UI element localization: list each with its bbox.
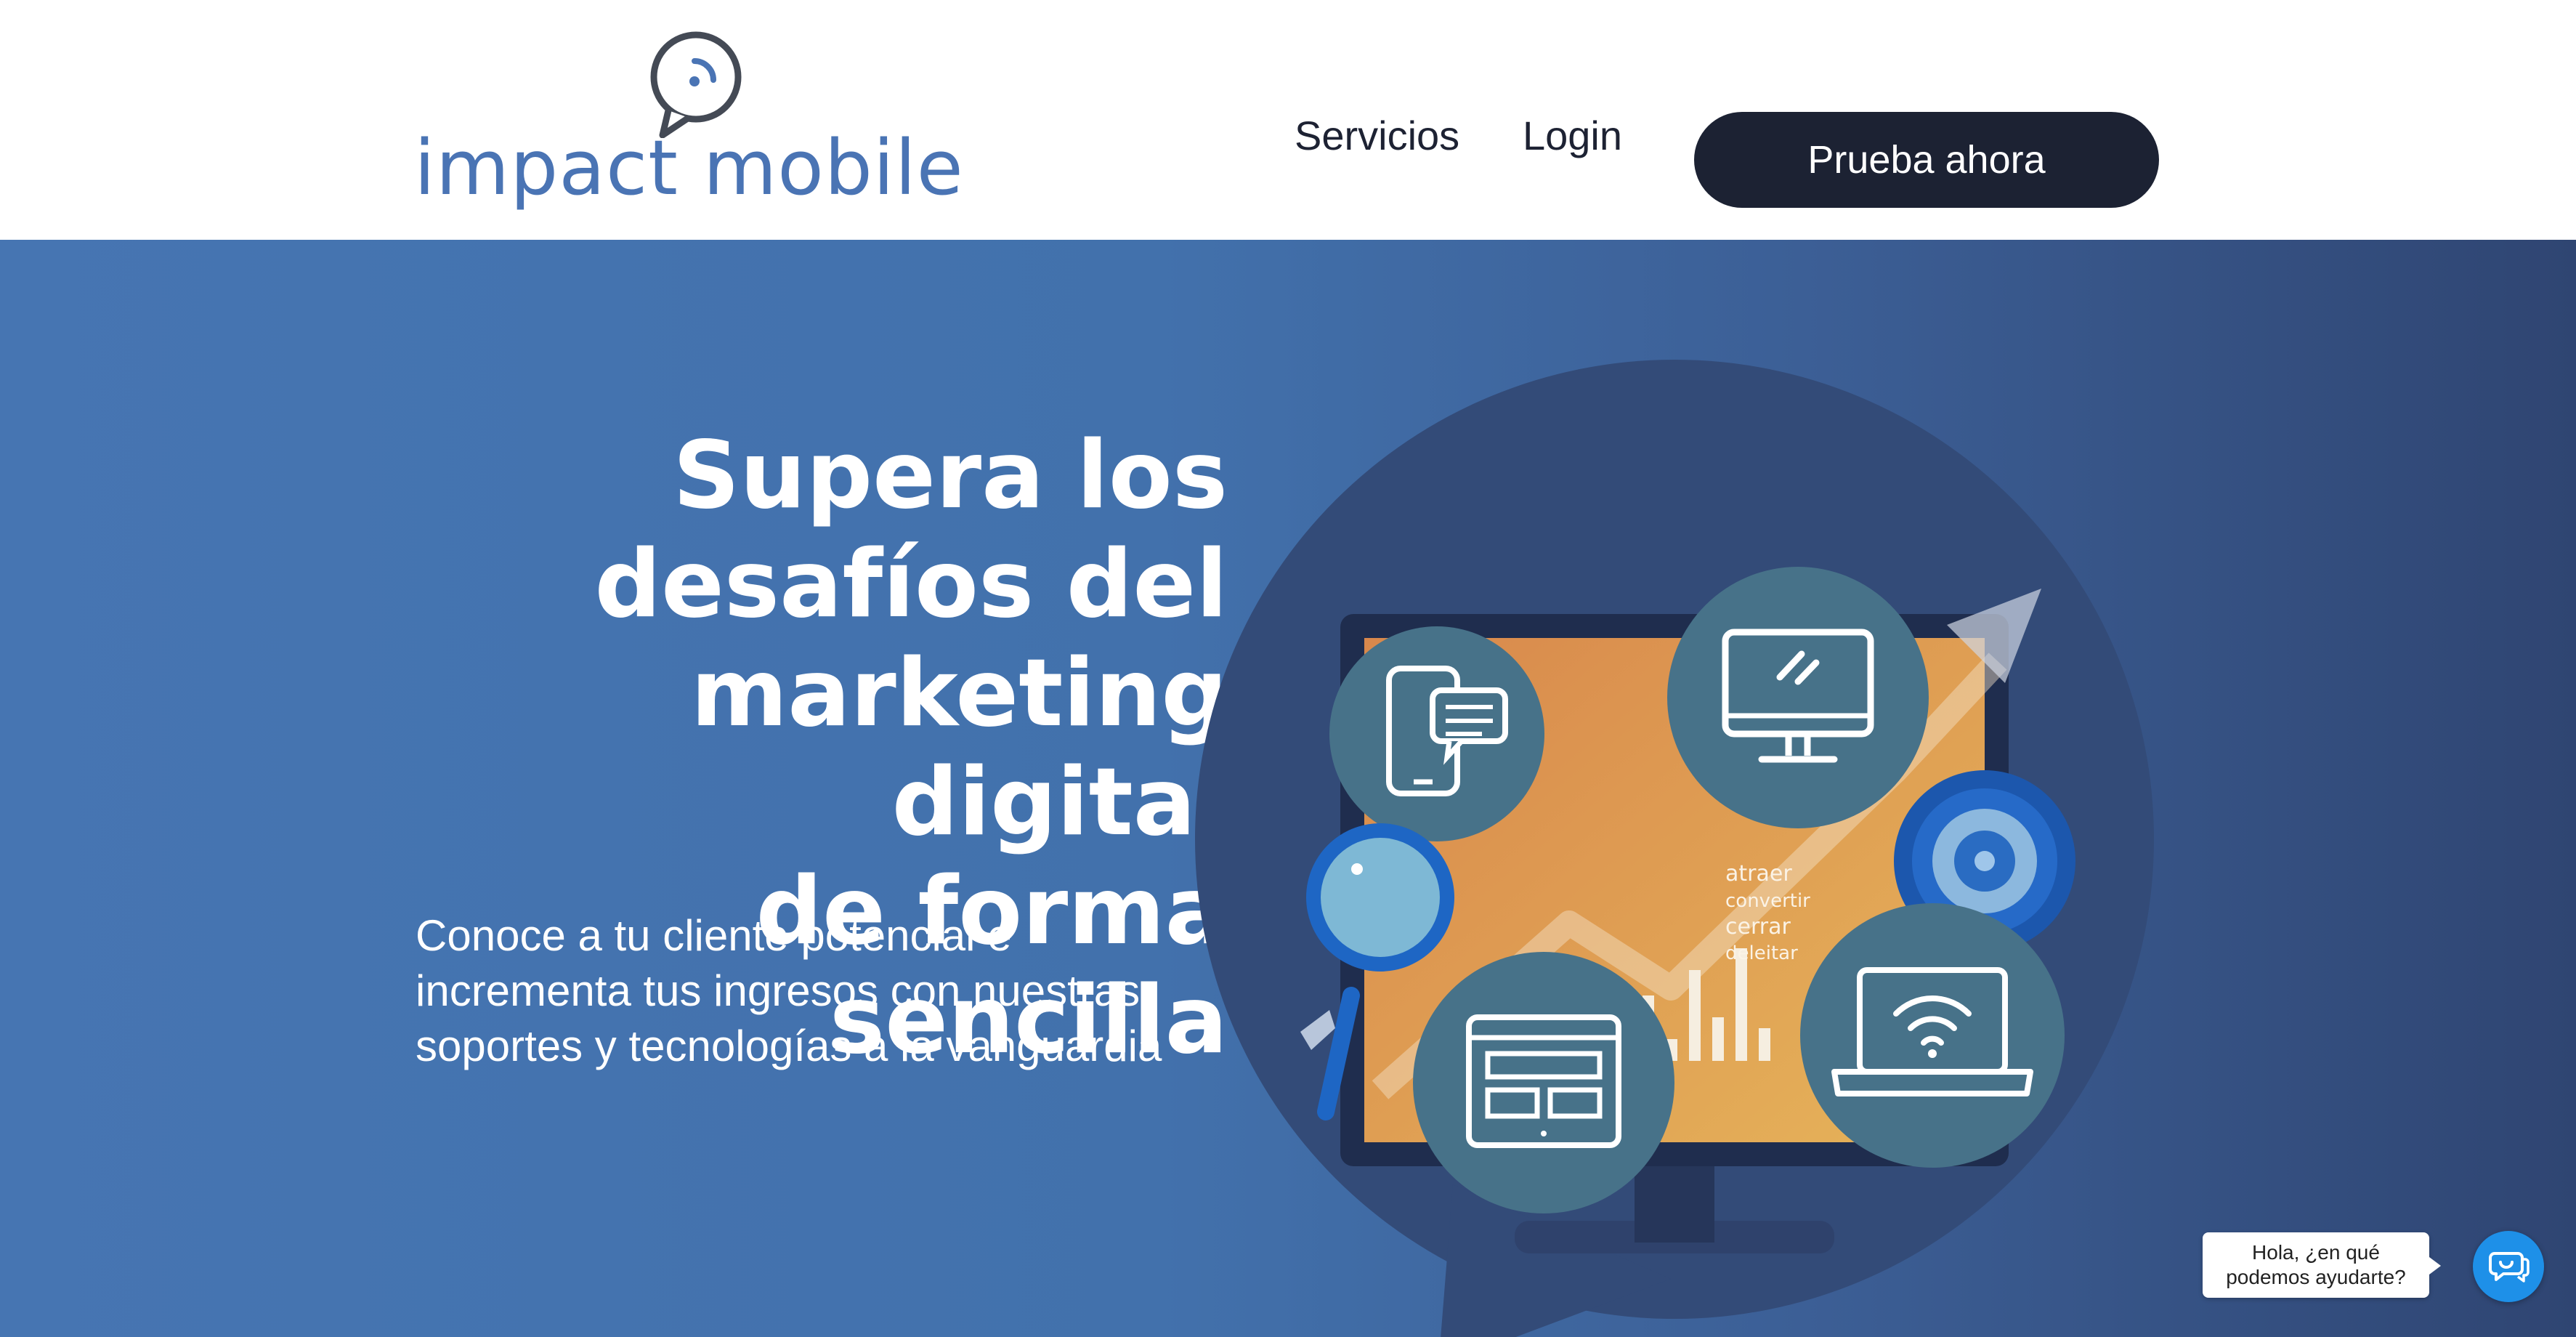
smartphone-chat-icon (1329, 626, 1544, 841)
speech-bubble-logo-icon (650, 31, 742, 138)
screen-word: convertir (1725, 890, 1810, 912)
desktop-monitor-icon (1667, 567, 1929, 828)
headline-line: desafíos del (594, 530, 1228, 639)
chat-open-button[interactable] (2473, 1231, 2544, 1302)
chat-icon (2489, 1252, 2530, 1283)
subtext-line: soportes y tecnologías a la vanguardia (416, 1022, 1162, 1070)
screen-word: atraer (1725, 861, 1792, 886)
chat-greeting-text: Hola, ¿en qué podemos ayudarte? (2226, 1240, 2406, 1290)
marketing-illustration: atraer convertir cerrar deleitar (1195, 360, 2154, 1337)
web-layout-icon (1413, 952, 1674, 1213)
headline-line: marketing digital (690, 639, 1228, 857)
hero-section: Supera los desafíos del marketing digita… (0, 240, 2576, 1337)
subtext-line: incrementa tus ingresos con nuestras (416, 966, 1141, 1015)
screen-word: deleitar (1725, 942, 1798, 964)
logo-link[interactable]: impact mobile (414, 29, 963, 212)
chat-line: Hola, ¿en qué (2252, 1241, 2380, 1264)
chat-line: podemos ayudarte? (2226, 1266, 2406, 1288)
try-now-button[interactable]: Prueba ahora (1694, 112, 2159, 208)
headline-line: Supera los (673, 421, 1228, 530)
screen-word: cerrar (1725, 914, 1791, 940)
nav-login[interactable]: Login (1523, 112, 1622, 159)
hero-subtext: Conoce a tu cliente potencial e incremen… (416, 908, 1273, 1074)
brand-name: impact mobile (414, 124, 964, 212)
subtext-line: Conoce a tu cliente potencial e (416, 911, 1012, 960)
chat-greeting-bubble[interactable]: Hola, ¿en qué podemos ayudarte? (2203, 1232, 2441, 1298)
nav-servicios[interactable]: Servicios (1295, 112, 1459, 159)
site-header: impact mobile Servicios Login Prueba aho… (0, 0, 2576, 240)
laptop-wifi-icon (1800, 903, 2065, 1168)
